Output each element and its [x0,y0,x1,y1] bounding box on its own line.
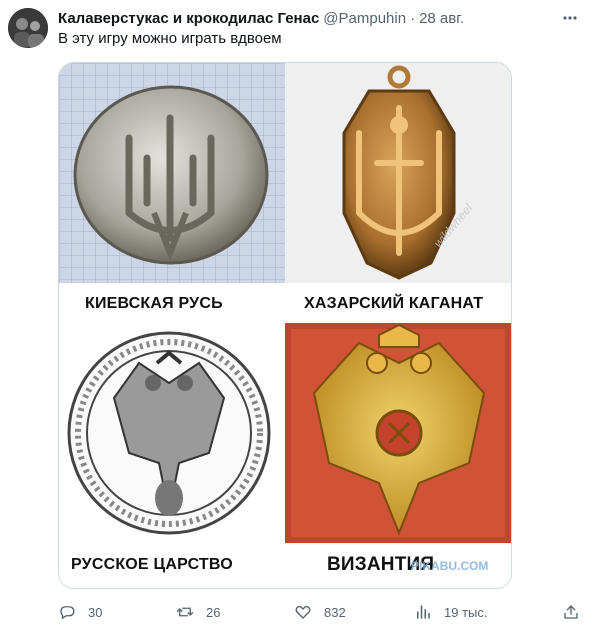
share-button[interactable] [562,602,592,622]
views-count: 19 тыс. [444,604,488,620]
retweet-icon [176,607,194,617]
retweet-button[interactable]: 26 [176,602,220,622]
tweet-header: Калаверстукас и крокодилас Генас @Pampuh… [58,8,580,28]
author-name[interactable]: Калаверстукас и крокодилас Генас [58,10,319,27]
meme-image [59,63,511,588]
tweet-media[interactable]: КИЕВСКАЯ РУСЬ ХАЗАРСКИЙ КАГАНАТ РУССКОЕ … [58,62,512,589]
views-button[interactable]: 19 тыс. [414,602,487,622]
separator-dot: · [410,9,416,27]
reply-count: 30 [88,604,103,620]
more-icon[interactable] [560,8,580,28]
watermark-pikabu: PIKABU.COM [411,559,489,573]
avatar-image [8,8,48,48]
eagle-picture [285,323,511,543]
coin-picture [59,63,285,283]
seal-picture [59,323,285,543]
avatar[interactable] [8,8,48,48]
retweet-count: 26 [206,604,221,620]
action-bar: 30 26 832 19 тыс. [58,602,588,622]
tweet-date[interactable]: 28 авг. [419,10,464,27]
share-icon [564,605,578,619]
caption-russian-tsardom: РУССКОЕ ЦАРСТВО [71,556,233,573]
tweet: Калаверстукас и крокодилас Генас @Pampuh… [0,0,600,630]
reply-button[interactable]: 30 [58,602,102,622]
caption-khazar-khaganate: ХАЗАРСКИЙ КАГАНАТ [304,295,484,312]
pendant-picture [285,63,511,283]
caption-kievan-rus: КИЕВСКАЯ РУСЬ [85,295,223,312]
like-count: 832 [324,604,346,620]
author-handle[interactable]: @Pampuhin [323,10,406,27]
like-button[interactable]: 832 [294,602,346,622]
views-icon [417,605,430,619]
reply-icon [60,606,75,620]
like-icon [295,605,311,619]
tweet-text: В эту игру можно играть вдвоем [58,30,282,47]
